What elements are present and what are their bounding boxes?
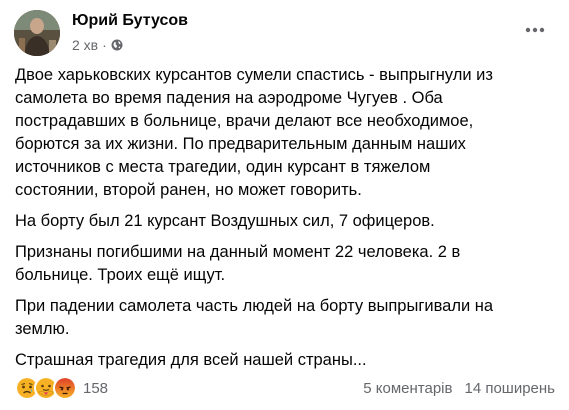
post-time[interactable]: 2 хв (72, 37, 98, 53)
post-paragraph: На борту был 21 курсант Воздушных сил, 7… (15, 212, 435, 230)
facebook-post: Юрий Бутусов 2 хв · Двое харьковских кур… (0, 0, 569, 410)
post-paragraph: При падении самолета часть людей на борт… (15, 297, 494, 338)
post-paragraph: Страшная трагедия для всей нашей страны.… (15, 351, 367, 369)
shares-count-link[interactable]: 14 поширень (464, 380, 555, 397)
more-options-icon[interactable] (521, 20, 549, 40)
reaction-count: 158 (83, 379, 109, 397)
post-paragraph: Двое харьковских курсантов сумели спасти… (15, 66, 493, 199)
post-meta: 2 хв · (72, 37, 123, 53)
post-paragraph: Признаны погибшими на данный момент 22 ч… (15, 243, 461, 284)
avatar[interactable] (14, 10, 60, 56)
author-name[interactable]: Юрий Бутусов (72, 12, 188, 30)
globe-icon[interactable] (111, 39, 123, 51)
post-header: Юрий Бутусов 2 хв · (14, 10, 555, 58)
avatar-photo (14, 10, 60, 56)
post-body: Двое харьковских курсантов сумели спасти… (15, 64, 545, 380)
post-footer: 158 5 коментарів 14 поширень (15, 376, 555, 400)
comments-count-link[interactable]: 5 коментарів (363, 380, 452, 397)
reactions-summary[interactable]: 158 (15, 376, 108, 400)
meta-separator: · (102, 37, 107, 53)
angry-icon (53, 376, 77, 400)
